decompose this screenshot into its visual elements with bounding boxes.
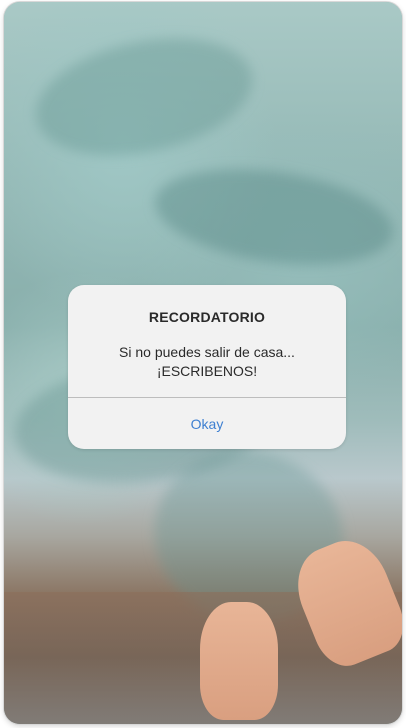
alert-message-line: Si no puedes salir de casa... xyxy=(119,344,295,360)
alert-message-line: ¡ESCRIBENOS! xyxy=(156,363,258,379)
left-foot xyxy=(200,602,278,720)
alert-message: Si no puedes salir de casa... ¡ESCRIBENO… xyxy=(68,343,346,381)
fabric-fold xyxy=(24,20,264,174)
okay-button[interactable]: Okay xyxy=(68,398,346,449)
fabric-fold xyxy=(148,155,400,279)
alert-title: RECORDATORIO xyxy=(148,309,266,325)
phone-screen: RECORDATORIO Si no puedes salir de casa.… xyxy=(4,2,402,724)
reminder-alert-dialog: RECORDATORIO Si no puedes salir de casa.… xyxy=(68,285,346,449)
